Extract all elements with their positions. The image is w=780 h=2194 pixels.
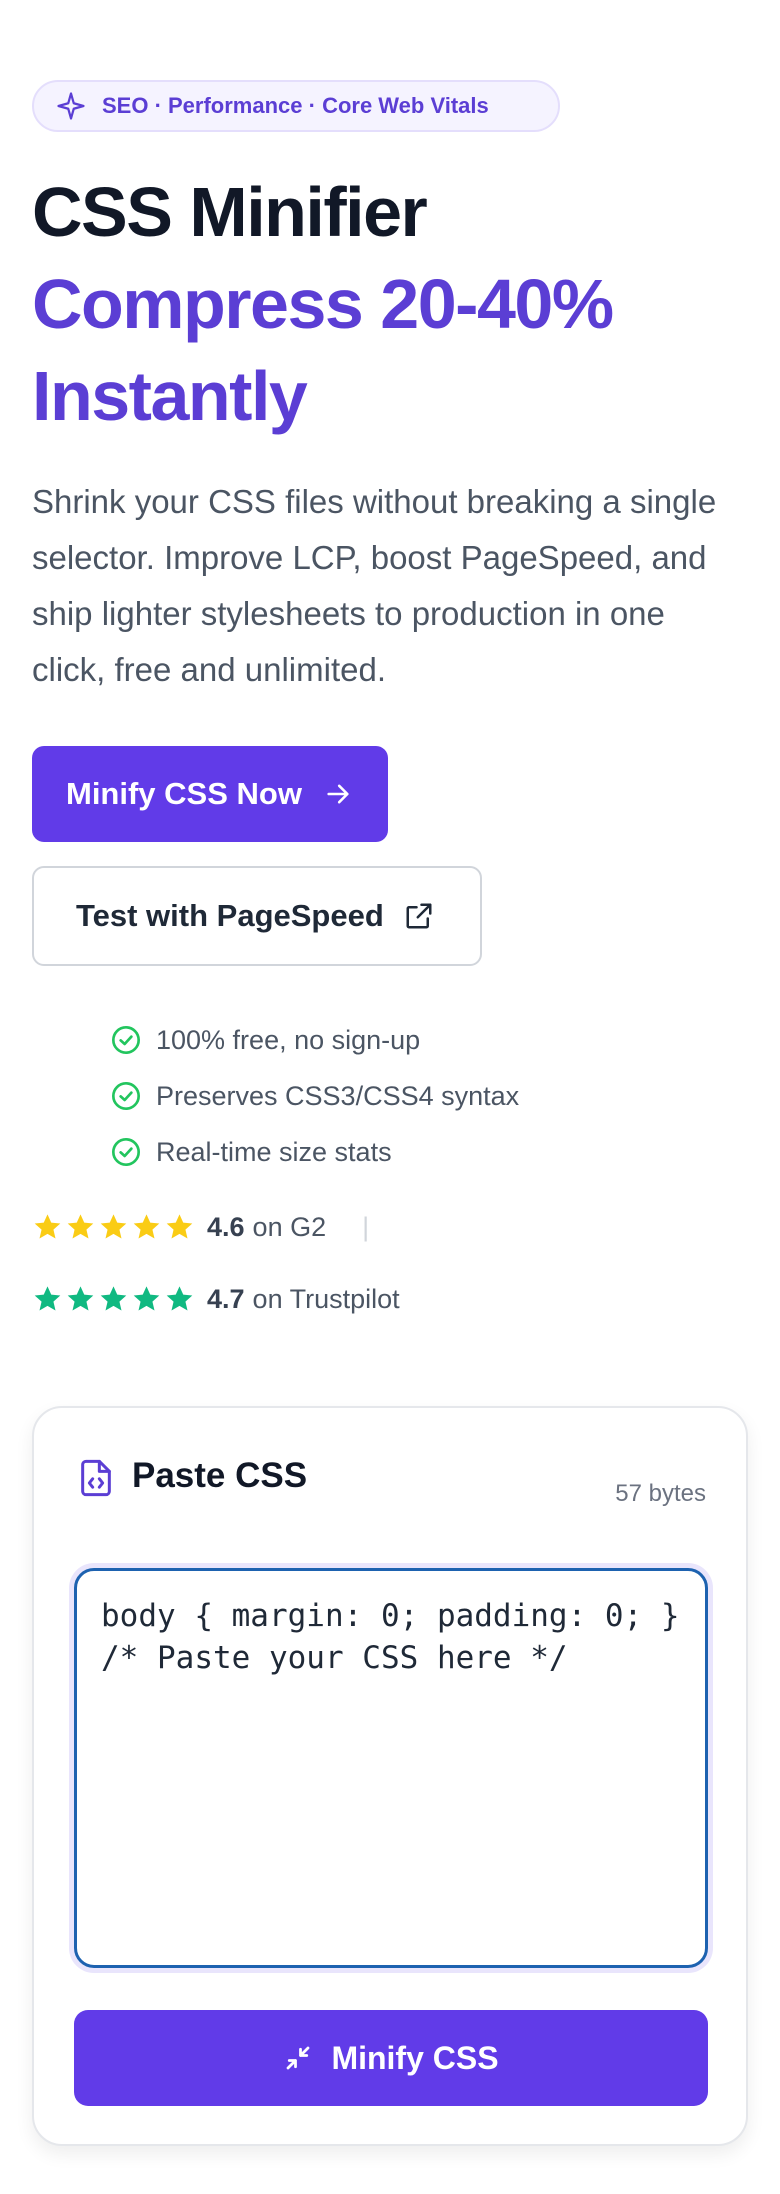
hero-description: Shrink your CSS files without breaking a… — [32, 483, 717, 688]
star-rating — [32, 1284, 195, 1315]
rating-g2: 4.6 on G2 | — [32, 1212, 369, 1243]
feature-list: 100% free, no sign-up Preserves CSS3/CSS… — [110, 1012, 519, 1180]
minify-button-label: Minify CSS — [331, 2039, 499, 2076]
topic-badge: SEO · Performance · Core Web Vitals — [32, 80, 560, 132]
rating-source: on G2 — [252, 1212, 327, 1242]
feature-text: Preserves CSS3/CSS4 syntax — [156, 1080, 520, 1111]
feature-text: 100% free, no sign-up — [156, 1024, 421, 1055]
star-icon — [166, 1214, 193, 1239]
primary-button-label: Minify CSS Now — [66, 776, 302, 811]
feature-item: 100% free, no sign-up — [110, 1012, 519, 1068]
minifier-card: Paste CSS 57 bytes body { margin: 0; pad… — [32, 1406, 748, 2146]
css-input[interactable]: body { margin: 0; padding: 0; } /* Paste… — [74, 1568, 708, 1968]
star-icon — [67, 1286, 94, 1311]
title-line-2: Compress 20-40% Instantly — [32, 265, 614, 435]
arrow-right-icon — [327, 784, 349, 804]
check-circle-icon — [112, 1026, 140, 1054]
rating-score: 4.7 — [207, 1284, 245, 1314]
page-title: CSS Minifier Compress 20-40% Instantly — [32, 166, 752, 442]
star-icon — [100, 1214, 127, 1239]
rating-source: on Trustpilot — [252, 1284, 400, 1314]
star-rating — [32, 1212, 195, 1243]
rating-divider: | — [362, 1212, 370, 1242]
star-icon — [100, 1286, 127, 1311]
sparkle-icon — [57, 92, 85, 120]
check-circle-icon — [112, 1138, 140, 1166]
star-icon — [67, 1214, 94, 1239]
feature-text: Real-time size stats — [156, 1136, 392, 1167]
title-line-1: CSS Minifier — [32, 173, 428, 251]
rating-trustpilot: 4.7 on Trustpilot — [32, 1284, 400, 1315]
feature-item: Preserves CSS3/CSS4 syntax — [110, 1068, 519, 1124]
star-icon — [166, 1286, 193, 1311]
secondary-button-label: Test with PageSpeed — [76, 898, 384, 933]
minimize-icon — [287, 2046, 310, 2070]
badge-text: SEO · Performance · Core Web Vitals — [102, 93, 489, 118]
minify-css-button[interactable]: Minify CSS — [74, 2010, 708, 2106]
star-icon — [133, 1214, 160, 1239]
star-icon — [133, 1286, 160, 1311]
feature-item: Real-time size stats — [110, 1124, 519, 1180]
check-circle-icon — [112, 1082, 140, 1110]
byte-count: 57 bytes — [615, 1480, 706, 1507]
minify-css-now-button[interactable]: Minify CSS Now — [32, 746, 388, 842]
star-icon — [34, 1214, 61, 1239]
star-icon — [34, 1286, 61, 1311]
external-link-icon — [406, 903, 432, 929]
test-pagespeed-button[interactable]: Test with PageSpeed — [32, 866, 482, 966]
rating-score: 4.6 — [207, 1212, 245, 1242]
card-title: Paste CSS — [132, 1456, 308, 1495]
code-file-icon — [81, 1459, 111, 1497]
